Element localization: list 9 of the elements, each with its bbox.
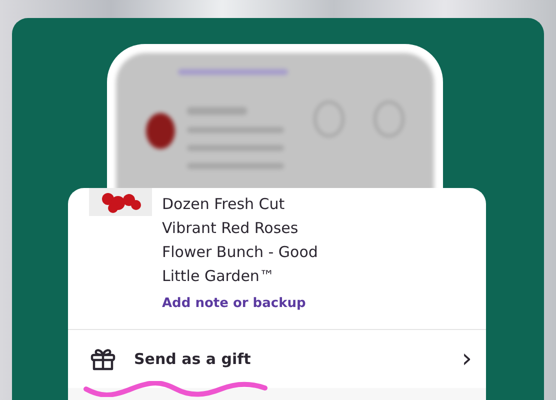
product-name-line: Little Garden™ [162, 266, 276, 287]
product-name-line: Vibrant Red Roses [162, 218, 300, 239]
product-name-line: Flower Bunch - Good [162, 242, 318, 263]
add-note-link[interactable]: Add note or backup [162, 296, 306, 311]
gift-icon [90, 347, 116, 371]
product-name-line: Dozen Fresh Cut [162, 194, 286, 215]
gift-label: Send as a gift [134, 350, 252, 368]
roses-photo-placeholder [89, 188, 152, 216]
chevron-icon: › [462, 346, 472, 372]
